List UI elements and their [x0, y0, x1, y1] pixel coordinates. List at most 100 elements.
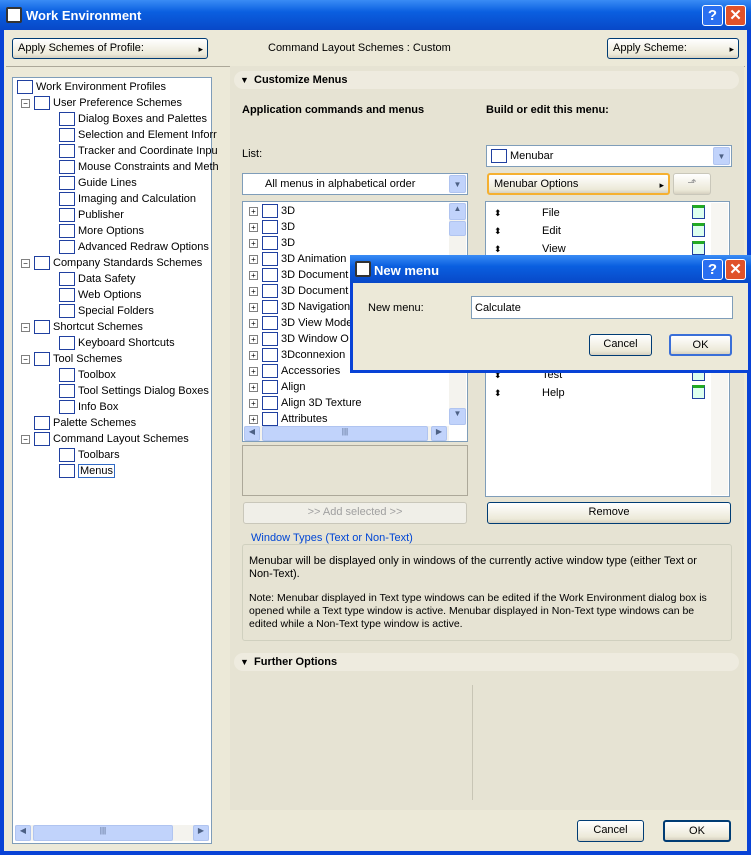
command-item[interactable]: +3D Document [249, 267, 362, 283]
command-item[interactable]: +3D Animation [249, 251, 362, 267]
chevron-down-icon[interactable]: ▼ [449, 175, 466, 193]
new-menu-input[interactable] [471, 296, 733, 319]
command-item[interactable]: +3D [249, 219, 362, 235]
tree-item[interactable]: Guide Lines [59, 175, 137, 191]
expand-icon[interactable]: + [249, 206, 258, 216]
collapse-icon[interactable]: − [21, 322, 30, 332]
tree-item[interactable]: − Company Standards Schemes [21, 255, 202, 271]
reorder-icon[interactable]: ⬍ [494, 204, 502, 222]
command-item[interactable]: +3D Document [249, 283, 362, 299]
expand-icon[interactable]: + [249, 414, 258, 424]
command-item[interactable]: + Attributes [249, 411, 362, 427]
insert-icon[interactable] [692, 385, 705, 399]
tree-item[interactable]: Web Options [59, 287, 141, 303]
collapse-icon[interactable]: − [21, 258, 30, 268]
menu-item[interactable]: ⬍ Help [486, 384, 711, 402]
dialog-close-button[interactable]: ✕ [725, 259, 746, 280]
tree-item[interactable]: More Options [59, 223, 144, 239]
expand-icon[interactable]: + [249, 334, 258, 344]
insert-icon[interactable] [692, 223, 705, 237]
menu-item[interactable]: ⬍ Edit [486, 222, 711, 240]
command-item[interactable]: + Align 3D Texture [249, 395, 362, 411]
apply-scheme-button[interactable]: Apply Scheme: [607, 38, 739, 59]
menu-select[interactable]: Menubar ▼ [486, 145, 732, 167]
tree-item[interactable]: Work Environment Profiles [17, 79, 166, 95]
tree-item[interactable]: Menus [59, 463, 116, 479]
menu-item[interactable]: ⬍ File [486, 204, 711, 222]
tree-item[interactable]: Info Box [59, 399, 118, 415]
expand-icon[interactable]: + [249, 254, 258, 264]
tree-item[interactable]: − Tool Schemes [21, 351, 122, 367]
tree-item[interactable]: − Command Layout Schemes [21, 431, 189, 447]
tree-item[interactable]: Tracker and Coordinate Inpu [59, 143, 218, 159]
scroll-down-button[interactable]: ▼ [449, 408, 466, 425]
customize-menus-header[interactable]: Customize Menus [234, 71, 739, 89]
commands-horizontal-scrollbar[interactable]: ◀ ||| ▶ [244, 426, 449, 441]
tree-item[interactable]: Mouse Constraints and Meth [59, 159, 219, 175]
tree-item[interactable]: − Shortcut Schemes [21, 319, 143, 335]
add-selected-button[interactable]: >> Add selected >> [243, 502, 467, 524]
help-button[interactable]: ? [702, 5, 723, 26]
expand-icon[interactable]: + [249, 286, 258, 296]
tree-item[interactable]: Publisher [59, 207, 124, 223]
command-item[interactable]: +3D [249, 203, 362, 219]
scroll-thumb[interactable]: ||| [262, 426, 428, 441]
dialog-cancel-button[interactable]: Cancel [589, 334, 652, 356]
cancel-button[interactable]: Cancel [577, 820, 644, 842]
expand-icon[interactable]: + [249, 238, 258, 248]
command-item[interactable]: +3D View Mode [249, 315, 362, 331]
tree-item[interactable]: − User Preference Schemes [21, 95, 182, 111]
scroll-right-button[interactable]: ▶ [431, 426, 447, 441]
expand-icon[interactable]: + [249, 366, 258, 376]
tree-item[interactable]: Toolbox [59, 367, 116, 383]
further-options-header[interactable]: Further Options [234, 653, 739, 671]
expand-icon[interactable]: + [249, 398, 258, 408]
tree-item[interactable]: Tool Settings Dialog Boxes [59, 383, 209, 399]
reorder-icon[interactable]: ⬍ [494, 384, 502, 402]
tree-item[interactable]: Imaging and Calculation [59, 191, 196, 207]
collapse-icon[interactable]: − [21, 434, 30, 444]
expand-icon[interactable]: + [249, 222, 258, 232]
command-item[interactable]: +3Dconnexion [249, 347, 362, 363]
tree-item[interactable]: Keyboard Shortcuts [59, 335, 175, 351]
dialog-help-button[interactable]: ? [702, 259, 723, 280]
command-item[interactable]: + Accessories [249, 363, 362, 379]
tree-item[interactable]: Selection and Element Inforr [59, 127, 217, 143]
chevron-down-icon[interactable]: ▼ [713, 147, 730, 165]
expand-icon[interactable]: + [249, 318, 258, 328]
command-item[interactable]: +3D Window O [249, 331, 362, 347]
tree-item[interactable]: Dialog Boxes and Palettes [59, 111, 207, 127]
ok-button[interactable]: OK [663, 820, 731, 842]
list-select[interactable]: All menus in alphabetical order ▼ [242, 173, 468, 195]
expand-icon[interactable]: + [249, 350, 258, 360]
export-button[interactable]: ⬏ [673, 173, 711, 195]
scroll-thumb[interactable] [449, 221, 466, 236]
remove-button[interactable]: Remove [487, 502, 731, 524]
scroll-left-button[interactable]: ◀ [244, 426, 260, 441]
tree-item[interactable]: Palette Schemes [21, 415, 136, 431]
insert-icon[interactable] [692, 205, 705, 219]
command-item[interactable]: + Align [249, 379, 362, 395]
expand-icon[interactable]: + [249, 382, 258, 392]
apply-schemes-of-profile-button[interactable]: Apply Schemes of Profile: [12, 38, 208, 59]
scroll-right-button[interactable]: ▶ [193, 825, 209, 841]
insert-icon[interactable] [692, 241, 705, 255]
scroll-up-button[interactable]: ▲ [449, 203, 466, 220]
close-button[interactable]: ✕ [725, 5, 746, 26]
expand-icon[interactable]: + [249, 270, 258, 280]
collapse-icon[interactable]: − [21, 354, 30, 364]
reorder-icon[interactable]: ⬍ [494, 222, 502, 240]
menubar-options-button[interactable]: Menubar Options [487, 173, 670, 195]
scroll-thumb[interactable]: ||| [33, 825, 173, 841]
expand-icon[interactable]: + [249, 302, 258, 312]
tree-item[interactable]: Data Safety [59, 271, 135, 287]
collapse-icon[interactable]: − [21, 98, 30, 108]
tree-item[interactable]: Advanced Redraw Options [59, 239, 209, 255]
profile-tree[interactable]: Work Environment Profiles − User Preferenc… [12, 77, 219, 844]
scroll-left-button[interactable]: ◀ [15, 825, 31, 841]
tree-item[interactable]: Toolbars [59, 447, 120, 463]
tree-item[interactable]: Special Folders [59, 303, 154, 319]
dialog-ok-button[interactable]: OK [669, 334, 732, 356]
command-item[interactable]: +3D [249, 235, 362, 251]
command-item[interactable]: +3D Navigation [249, 299, 362, 315]
